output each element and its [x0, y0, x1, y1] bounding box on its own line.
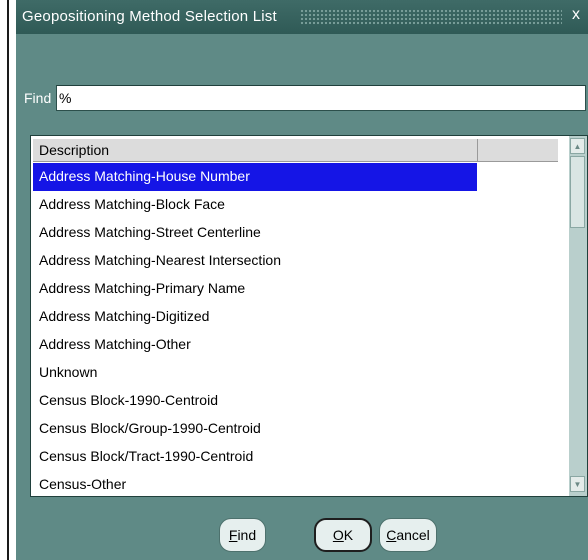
list-item-label: Address Matching-Nearest Intersection: [39, 252, 281, 268]
list-item[interactable]: Census Block/Tract-1990-Centroid: [33, 443, 477, 471]
ok-button[interactable]: OK: [314, 518, 372, 552]
list-item-label: Address Matching-Street Centerline: [39, 224, 261, 240]
scrollbar-thumb[interactable]: [570, 156, 585, 228]
list-item[interactable]: Census Block/Group-1990-Centroid: [33, 415, 477, 443]
list-item-label: Census Block/Group-1990-Centroid: [39, 420, 261, 436]
list-item[interactable]: Address Matching-Digitized: [33, 303, 477, 331]
list-rows: Address Matching-House Number Address Mat…: [33, 163, 569, 499]
dialog-title: Geopositioning Method Selection List: [22, 8, 277, 25]
list-item[interactable]: Census Block-1990-Centroid: [33, 387, 477, 415]
list-item-label: Address Matching-Digitized: [39, 308, 210, 324]
list-item-label: Address Matching-House Number: [39, 168, 250, 184]
cancel-button-label: ancel: [396, 527, 430, 543]
list-item[interactable]: Address Matching-House Number: [33, 163, 477, 191]
left-window-edge: [7, 0, 9, 560]
list-header: Description: [33, 139, 558, 162]
list-item-label: Address Matching-Primary Name: [39, 280, 246, 296]
scroll-up-arrow-icon[interactable]: ▲: [570, 138, 585, 154]
list-item-label: Address Matching-Block Face: [39, 196, 225, 212]
list-item-label: Census-Other: [39, 476, 127, 492]
ok-button-mnemonic: O: [332, 527, 344, 543]
title-bar[interactable]: Geopositioning Method Selection List x: [16, 0, 588, 34]
description-column-header: Description: [39, 142, 110, 158]
selection-list: Description Address Matching-House Numbe…: [30, 135, 588, 497]
list-item[interactable]: Address Matching-Primary Name: [33, 275, 477, 303]
cancel-button[interactable]: Cancel: [379, 518, 437, 552]
list-item-label: Address Matching-Other: [39, 336, 191, 352]
list-item[interactable]: Address Matching-Other: [33, 331, 477, 359]
list-item[interactable]: Census-Other: [33, 471, 477, 499]
cancel-button-mnemonic: C: [386, 527, 397, 543]
list-item[interactable]: Address Matching-Block Face: [33, 191, 477, 219]
list-item-label: Census Block/Tract-1990-Centroid: [39, 448, 254, 464]
vertical-scrollbar[interactable]: ▲ ▼: [569, 136, 587, 496]
find-input[interactable]: [56, 85, 586, 111]
find-button-label: ind: [237, 527, 257, 543]
ok-button-label: K: [343, 527, 354, 543]
list-item-label: Unknown: [39, 364, 98, 380]
lov-dialog: Geopositioning Method Selection List x F…: [16, 0, 588, 560]
title-bar-texture: [300, 9, 562, 25]
list-item[interactable]: Unknown: [33, 359, 477, 387]
list-item[interactable]: Address Matching-Street Centerline: [33, 219, 477, 247]
find-button[interactable]: Find: [219, 518, 266, 552]
list-item[interactable]: Address Matching-Nearest Intersection: [33, 247, 477, 275]
scroll-down-arrow-icon[interactable]: ▼: [570, 476, 585, 492]
column-separator: [477, 139, 478, 161]
list-item-label: Census Block-1990-Centroid: [39, 392, 218, 408]
find-label: Find: [24, 90, 52, 106]
close-icon[interactable]: x: [572, 6, 580, 24]
